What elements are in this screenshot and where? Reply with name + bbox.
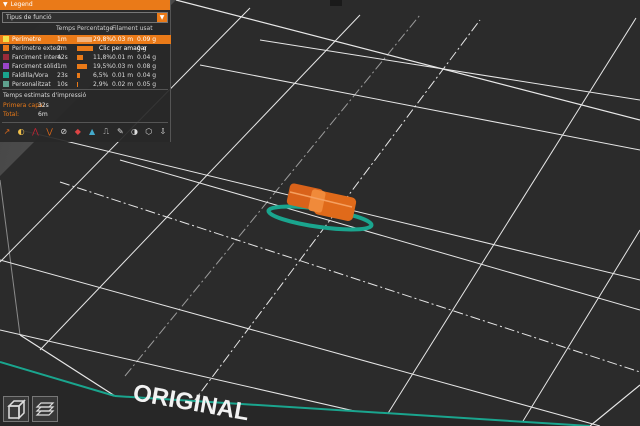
total-label: Total:: [3, 111, 20, 118]
pause-icon[interactable]: ⎍: [101, 127, 111, 137]
collapse-triangle-icon[interactable]: ▼: [3, 0, 8, 10]
deretract-icon[interactable]: ⋁: [45, 127, 55, 137]
center-of-gravity-icon[interactable]: ◑: [130, 127, 140, 137]
legend-row[interactable]: Farciment intern 42s 11,8% 0.01 m 0.04 g: [0, 53, 171, 62]
feature-percent: 19,5%: [93, 63, 113, 70]
estimated-times-title: Temps estimats d'impressió: [3, 92, 87, 99]
color-swatch: [3, 54, 9, 60]
legend-header[interactable]: ▼ Legend: [0, 0, 170, 10]
feature-weight: 0.05 g: [137, 81, 157, 88]
legend-row[interactable]: Farciment sòlid 1m 19,5% 0.03 m 0.08 g: [0, 62, 171, 71]
shells-icon[interactable]: ⬡: [144, 127, 154, 137]
legend-row[interactable]: Perímetre 1m 29,8% 0.03 m 0.09 g: [0, 35, 171, 44]
feature-weight: 0.08 g: [137, 63, 157, 70]
legend-panel[interactable]: ▼ Legend Tipus de funció ▼ Temps Percent…: [0, 0, 171, 142]
legend-option-icons: ↗ ◐ ⋀ ⋁ ⊘ ◆ ▲ ⎍ ✎ ◑ ⬡ ⇩: [2, 126, 168, 138]
view-type-combo[interactable]: Tipus de funció ▼: [2, 12, 168, 23]
feature-percent: 29,8%: [93, 36, 113, 43]
feature-weight: 0.04 g: [137, 54, 157, 61]
feature-label: Perímetre extern: [12, 45, 63, 52]
legend-row[interactable]: Perímetre extern 2m 0 g Clic per amagar: [0, 44, 171, 53]
cube-icon: [7, 399, 26, 420]
total-value: 6m: [38, 111, 48, 118]
view-mode-buttons: [0, 394, 62, 426]
percentage-bar: [77, 55, 83, 60]
first-layer-value: 32s: [38, 102, 49, 109]
travel-icon[interactable]: ↗: [2, 127, 12, 137]
legend-row[interactable]: Faldilla/Vora 23s 6,5% 0.01 m 0.04 g: [0, 71, 171, 80]
chevron-down-icon[interactable]: ▼: [157, 13, 167, 22]
legend-title: Legend: [10, 1, 33, 8]
feature-percent: 11,8%: [93, 54, 113, 61]
view-type-value: Tipus de funció: [6, 14, 52, 21]
feature-label: Farciment sòlid: [12, 63, 58, 70]
percentage-bar: [77, 82, 78, 87]
preview-button[interactable]: [32, 396, 58, 422]
color-swatch: [3, 63, 9, 69]
seam-icon[interactable]: ⊘: [59, 127, 69, 137]
feature-length: 0.02 m: [112, 81, 134, 88]
hide-tooltip: Clic per amagar: [99, 45, 147, 52]
feature-label: Faldilla/Vora: [12, 72, 49, 79]
color-swatch: [3, 72, 9, 78]
feature-label: Farciment intern: [12, 54, 62, 61]
percentage-bar: [77, 46, 93, 51]
color-swatch: [3, 45, 9, 51]
feature-label: Personalitzat: [12, 81, 51, 88]
custom-gcode-icon[interactable]: ✎: [115, 127, 125, 137]
tool-change-icon[interactable]: ◆: [73, 127, 83, 137]
layers-icon: [35, 402, 55, 416]
color-change-icon[interactable]: ▲: [87, 127, 97, 137]
feature-percent: 6,5%: [93, 72, 109, 79]
col-filament: Filament usat: [112, 25, 153, 32]
percentage-bar: [77, 37, 92, 42]
percentage-bar: [77, 73, 80, 78]
feature-label: Perímetre: [12, 36, 42, 43]
legend-columns: Temps Percentatge Filament usat: [0, 25, 171, 33]
feature-length: 0.03 m: [112, 63, 134, 70]
col-time: Temps: [56, 25, 76, 32]
feature-time: 2m: [57, 45, 67, 52]
feature-time: 10s: [57, 81, 68, 88]
feature-time: 42s: [57, 54, 68, 61]
retract-icon[interactable]: ⋀: [30, 127, 40, 137]
percentage-bar: [77, 64, 87, 69]
feature-length: 0.01 m: [112, 54, 134, 61]
feature-time: 23s: [57, 72, 68, 79]
tool-marker-icon[interactable]: ⇩: [158, 127, 168, 137]
3d-view-button[interactable]: [3, 396, 29, 422]
feature-time: 1m: [57, 63, 67, 70]
color-swatch: [3, 81, 9, 87]
color-swatch: [3, 36, 9, 42]
legend-row[interactable]: Personalitzat 10s 2,9% 0.02 m 0.05 g: [0, 80, 171, 89]
divider: [2, 122, 168, 123]
wipe-icon[interactable]: ◐: [16, 127, 26, 137]
feature-length: 0.03 m: [112, 36, 134, 43]
feature-weight: 0.04 g: [137, 72, 157, 79]
divider: [2, 89, 168, 90]
col-percentage: Percentatge: [77, 25, 114, 32]
feature-weight: 0.09 g: [137, 36, 157, 43]
feature-time: 1m: [57, 36, 67, 43]
feature-length: 0.01 m: [112, 72, 134, 79]
feature-percent: 2,9%: [93, 81, 109, 88]
